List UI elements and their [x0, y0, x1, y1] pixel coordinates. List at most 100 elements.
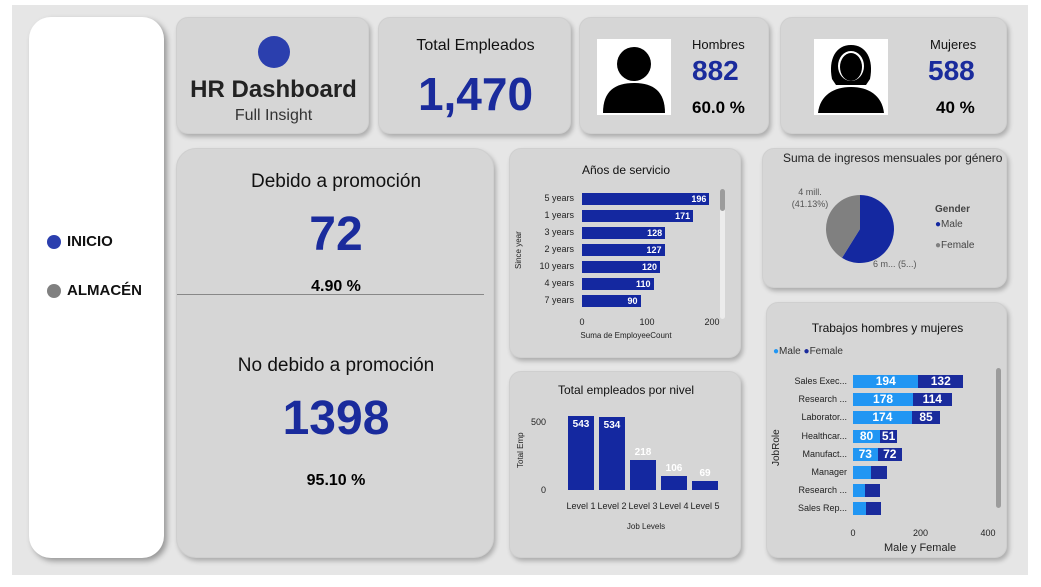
x-tick-label: 200: [704, 317, 720, 327]
data-label: 534: [603, 420, 621, 432]
kpi-women-value: 588: [928, 55, 975, 86]
woman-silhouette-icon: [814, 39, 888, 115]
kpi-total-card: Total Empleados 1,470: [378, 17, 571, 134]
y-tick-label: Research ...: [798, 394, 847, 405]
scrollbar-thumb[interactable]: [996, 368, 1001, 508]
data-label: 110: [635, 279, 651, 289]
scrollbar-track[interactable]: [996, 368, 1001, 508]
data-label: 196: [691, 194, 707, 204]
bar-female: [865, 502, 881, 516]
scrollbar-track[interactable]: [720, 189, 725, 319]
kpi-women-pct: 40 %: [936, 98, 975, 117]
data-label: 85: [919, 410, 933, 425]
data-label: 171: [675, 211, 691, 221]
nav-dot-icon: [47, 283, 61, 298]
y-tick-label: 5 years: [544, 193, 574, 203]
y-tick-label: Healthcar...: [801, 430, 847, 441]
kpi-women-card: Mujeres 588 40 %: [780, 17, 1007, 134]
kpi-men-value: 882: [692, 55, 739, 86]
data-label: 194: [875, 374, 896, 388]
jobs-chart-card: Trabajos hombres y mujeres ●Male ●Female…: [766, 302, 1007, 558]
page-title: HR Dashboard: [190, 76, 357, 103]
data-label: 128: [647, 228, 663, 238]
data-label: 90: [627, 296, 638, 306]
chart-title: Trabajos hombres y mujeres: [811, 321, 964, 335]
nav-label: ALMACÉN: [67, 282, 142, 299]
x-tick-label: 200: [912, 528, 929, 538]
bar-male: [853, 484, 866, 498]
data-label: 218: [634, 447, 652, 459]
kpi-men-card: Hombres 882 60.0 %: [579, 17, 769, 134]
y-axis-label: Total Emp: [516, 432, 525, 468]
page-subtitle: Full Insight: [234, 107, 313, 124]
y-tick-label: Sales Exec...: [794, 376, 847, 386]
nav-item-almacen[interactable]: ALMACÉN: [47, 282, 142, 299]
scrollbar-thumb[interactable]: [720, 189, 725, 211]
bar: [661, 475, 687, 490]
promo-label: Debido a promoción: [250, 171, 422, 192]
x-axis-label: Male y Female: [884, 542, 957, 554]
y-tick-label: Research ...: [798, 485, 847, 496]
slice-label-female: 4 mill. (41.13%): [791, 187, 829, 209]
nopromo-label: No debido a promoción: [237, 355, 435, 376]
y-tick-label: 500: [530, 416, 546, 427]
nav-label: INICIO: [67, 233, 113, 250]
legend-female[interactable]: Female: [810, 346, 843, 357]
data-label: 127: [646, 245, 662, 255]
income-pie-card: Suma de ingresos mensuales por género Ge…: [762, 148, 1007, 288]
x-tick-label: 0: [579, 317, 585, 327]
legend: ●Male ●Female: [773, 346, 843, 357]
x-tick-label: 100: [639, 317, 655, 327]
legend-title: Gender: [935, 204, 971, 215]
bar-female: [871, 466, 888, 479]
promotion-card: Debido a promoción 72 4.90 % No debido a…: [176, 148, 494, 558]
legend-male[interactable]: Male: [779, 346, 801, 357]
bar: [630, 460, 656, 490]
y-tick-label: 4 years: [544, 278, 574, 288]
data-label: 174: [872, 410, 893, 425]
slice-label-male: 6 m... (5...): [873, 259, 917, 269]
kpi-total-value: 1,470: [417, 68, 534, 120]
x-tick-label: Level 2: [597, 501, 627, 511]
nav-item-inicio[interactable]: INICIO: [47, 233, 113, 250]
divider: [177, 294, 484, 295]
data-label: 543: [572, 419, 590, 430]
legend-item-female[interactable]: ●Female: [935, 240, 974, 251]
y-tick-label: Sales Rep...: [797, 503, 847, 514]
man-silhouette-icon: [597, 39, 671, 115]
bar-male: [853, 466, 872, 479]
x-tick-label: 0: [850, 528, 856, 538]
x-tick-label: 400: [980, 528, 996, 538]
bar-female: [865, 484, 880, 498]
kpi-men-pct: 60.0 %: [692, 98, 745, 117]
y-tick-label: Manufact...: [802, 448, 847, 459]
chart-title: Total empleados por nivel: [557, 383, 695, 397]
data-label: 120: [641, 262, 657, 272]
data-label: 178: [873, 392, 894, 407]
bar-male: [853, 502, 866, 516]
nav-dot-icon: [47, 234, 61, 249]
x-tick-label: Level 1: [566, 501, 596, 511]
data-label: 114: [922, 392, 942, 407]
x-tick-label: Level 3: [628, 501, 658, 511]
data-label: 73: [858, 446, 872, 461]
nopromo-pct: 95.10 %: [306, 472, 366, 489]
kpi-men-label: Hombres: [692, 37, 745, 52]
promo-value: 72: [309, 208, 363, 261]
sidebar: INICIO ALMACÉN: [29, 17, 164, 558]
data-label: 51: [881, 428, 896, 443]
y-tick-label: 0: [540, 485, 546, 495]
bar: [692, 480, 718, 490]
x-axis-label: Job Levels: [626, 522, 666, 531]
x-axis-label: Suma de EmployeeCount: [580, 331, 672, 340]
y-tick-label: Manager: [811, 467, 847, 477]
chart-title: Años de servicio: [581, 163, 671, 177]
x-tick-label: Level 4: [659, 501, 689, 511]
legend-item-male[interactable]: ●Male: [935, 219, 963, 230]
data-label: 69: [699, 467, 711, 479]
y-tick-label: 2 years: [544, 244, 574, 254]
title-card: HR Dashboard Full Insight: [176, 17, 369, 134]
y-tick-label: 3 years: [544, 227, 574, 237]
levels-chart-card: Total empleados por nivel Total Emp Job …: [509, 371, 741, 558]
years-chart-card: Años de servicio Since year Suma de Empl…: [509, 148, 741, 358]
